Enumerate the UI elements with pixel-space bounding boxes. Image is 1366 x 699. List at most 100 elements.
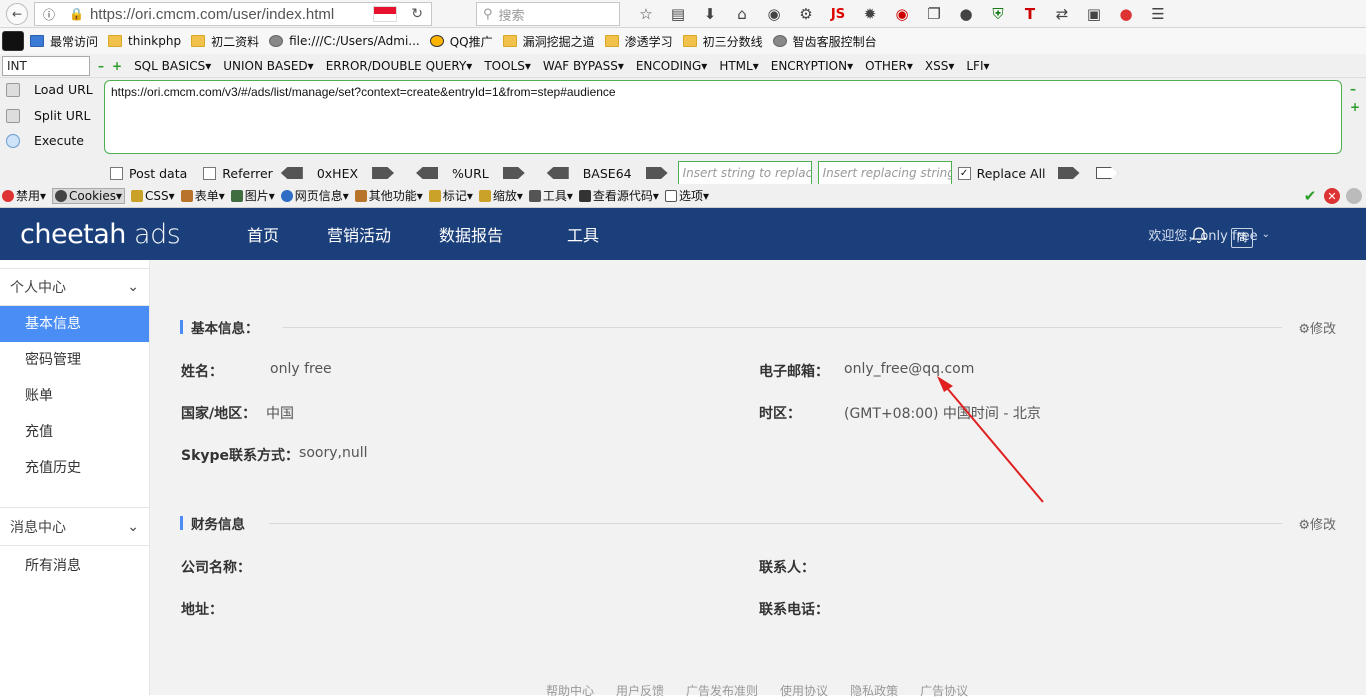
reload-icon[interactable]: ↻ [411,6,423,22]
menu-encoding[interactable]: ENCODING▾ [636,59,707,73]
check-icon[interactable]: ✔ [1302,187,1318,205]
nav-reports[interactable]: 数据报告 [439,222,503,246]
plus-icon[interactable]: + [1350,100,1360,114]
replace-input[interactable]: Insert string to replace [677,161,812,185]
bookmark-item[interactable]: 初三分数线 [682,33,763,50]
menu-xss[interactable]: XSS▾ [925,59,954,73]
reading-list-icon[interactable]: ▤ [662,5,694,23]
url-text[interactable]: https://ori.cmcm.com/user/index.html [90,6,373,23]
footer-ad-guidelines[interactable]: 广告发布准则 [686,682,758,699]
arrow-right-icon[interactable] [1095,167,1118,179]
menu-other[interactable]: OTHER▾ [865,59,913,73]
load-url-button[interactable]: Load URL [6,82,93,97]
sync-icon[interactable]: ⇄ [1046,5,1078,23]
arrow-right-icon[interactable] [645,167,668,179]
text-tool-icon[interactable]: T [1014,5,1046,23]
bookmark-item[interactable]: 漏洞挖掘之道 [502,33,595,50]
sidebar-item-basic-info[interactable]: 基本信息 [0,306,149,342]
menu-lfi[interactable]: LFI▾ [966,59,989,73]
webdev-view-source[interactable]: 查看源代码▾ [578,187,659,204]
menu-waf-bypass[interactable]: WAF BYPASS▾ [543,59,624,73]
tool-icon[interactable]: ◉ [886,5,918,23]
minus-icon[interactable]: – [1350,82,1356,96]
webdev-disable[interactable]: 禁用▾ [2,187,46,204]
arrow-right-icon[interactable] [372,167,395,179]
bookmark-item[interactable]: 智齿客服控制台 [772,33,877,50]
home-icon[interactable]: ⌂ [726,5,758,23]
star-icon[interactable]: ☆ [630,5,662,23]
webdev-misc[interactable]: 其他功能▾ [354,187,423,204]
bookmark-item[interactable]: file:///C:/Users/Admi... [269,34,420,48]
bookmark-item[interactable]: QQ推广 [429,33,493,50]
replace-all-checkbox[interactable]: ✓ [957,166,971,180]
url-textarea[interactable]: https://ori.cmcm.com/v3/#/ads/list/manag… [104,80,1342,154]
sidebar-item-bills[interactable]: 账单 [0,378,149,414]
nav-home[interactable]: 首页 [247,222,279,246]
menu-icon[interactable]: ☰ [1142,5,1174,23]
sidebar-item-recharge[interactable]: 充值 [0,414,149,450]
execute-button[interactable]: Execute [6,133,84,148]
footer-feedback[interactable]: 用户反馈 [616,682,664,699]
download-icon[interactable]: ⬇ [694,5,726,23]
nav-tools[interactable]: 工具 [567,222,599,246]
globe-icon[interactable]: ● [950,5,982,23]
copy-icon[interactable]: ❐ [918,5,950,23]
bookmark-item[interactable]: 渗透学习 [604,33,673,50]
webdev-outline[interactable]: 标记▾ [428,187,473,204]
sidebar-item-all-messages[interactable]: 所有消息 [0,548,149,584]
info-icon[interactable]: ⓘ [43,6,55,23]
arrow-right-icon[interactable] [502,167,525,179]
footer-help[interactable]: 帮助中心 [546,682,594,699]
arrow-left-icon[interactable] [280,167,303,179]
menu-encryption[interactable]: ENCRYPTION▾ [771,59,853,73]
bookmark-item[interactable]: thinkphp [108,34,181,48]
error-icon[interactable]: ✕ [1324,188,1340,204]
webdev-css[interactable]: CSS▾ [131,189,175,203]
webdev-resize[interactable]: 缩放▾ [478,187,523,204]
split-url-button[interactable]: Split URL [6,108,91,123]
status-icon[interactable] [1346,188,1362,204]
footer-terms[interactable]: 使用协议 [780,682,828,699]
bookmark-item[interactable]: 最常访问 [2,31,98,51]
back-button[interactable]: ← [6,2,28,25]
bug-icon[interactable]: ✹ [854,5,886,23]
edit-finance-button[interactable]: ⚙修改 [1298,514,1336,533]
webdev-cookies[interactable]: Cookies▾ [52,187,126,204]
sidebar-item-recharge-history[interactable]: 充值历史 [0,450,149,486]
webdev-options[interactable]: 选项▾ [664,187,709,204]
webdev-forms[interactable]: 表单▾ [180,187,225,204]
menu-union-based[interactable]: UNION BASED▾ [223,59,313,73]
plus-icon[interactable]: + [112,59,122,73]
arrow-left-icon[interactable] [546,167,569,179]
url-bar[interactable]: ⓘ 🔒 https://ori.cmcm.com/user/index.html… [34,2,432,26]
webdev-tools[interactable]: 工具▾ [528,187,573,204]
footer-privacy[interactable]: 隐私政策 [850,682,898,699]
language-toggle[interactable]: 简 [1231,228,1253,248]
webdev-images[interactable]: 图片▾ [230,187,275,204]
referrer-checkbox[interactable] [203,166,217,180]
type-select[interactable]: INT [2,55,90,76]
site-logo[interactable]: cheetah ads [20,219,181,250]
menu-sql-basics[interactable]: SQL BASICS▾ [134,59,211,73]
minus-icon[interactable]: – [98,59,104,73]
webdev-info[interactable]: 网页信息▾ [280,187,349,204]
crop-icon[interactable]: ▣ [1078,5,1110,23]
sidebar-group-messages[interactable]: 消息中心 ⌄ [0,508,149,546]
arrow-right-icon[interactable] [1057,167,1080,179]
bell-icon[interactable] [1190,226,1208,244]
chrome-icon[interactable]: ● [1110,5,1142,23]
addon-icon[interactable]: ◉ [758,5,790,23]
js-icon[interactable]: JS [822,7,854,22]
menu-error-query[interactable]: ERROR/DOUBLE QUERY▾ [326,59,473,73]
menu-html[interactable]: HTML▾ [719,59,758,73]
nav-campaigns[interactable]: 营销活动 [327,222,391,246]
palette-icon[interactable]: ⚙ [790,5,822,23]
sidebar-group-personal[interactable]: 个人中心 ⌄ [0,268,149,306]
post-data-checkbox[interactable] [110,166,123,180]
arrow-left-icon[interactable] [416,167,439,179]
menu-tools[interactable]: TOOLS▾ [484,59,531,73]
footer-ad-agreement[interactable]: 广告协议 [920,682,968,699]
bookmark-item[interactable]: 初二资料 [191,33,259,50]
sidebar-item-password[interactable]: 密码管理 [0,342,149,378]
search-input[interactable]: ⚲ 搜索 [476,2,620,26]
